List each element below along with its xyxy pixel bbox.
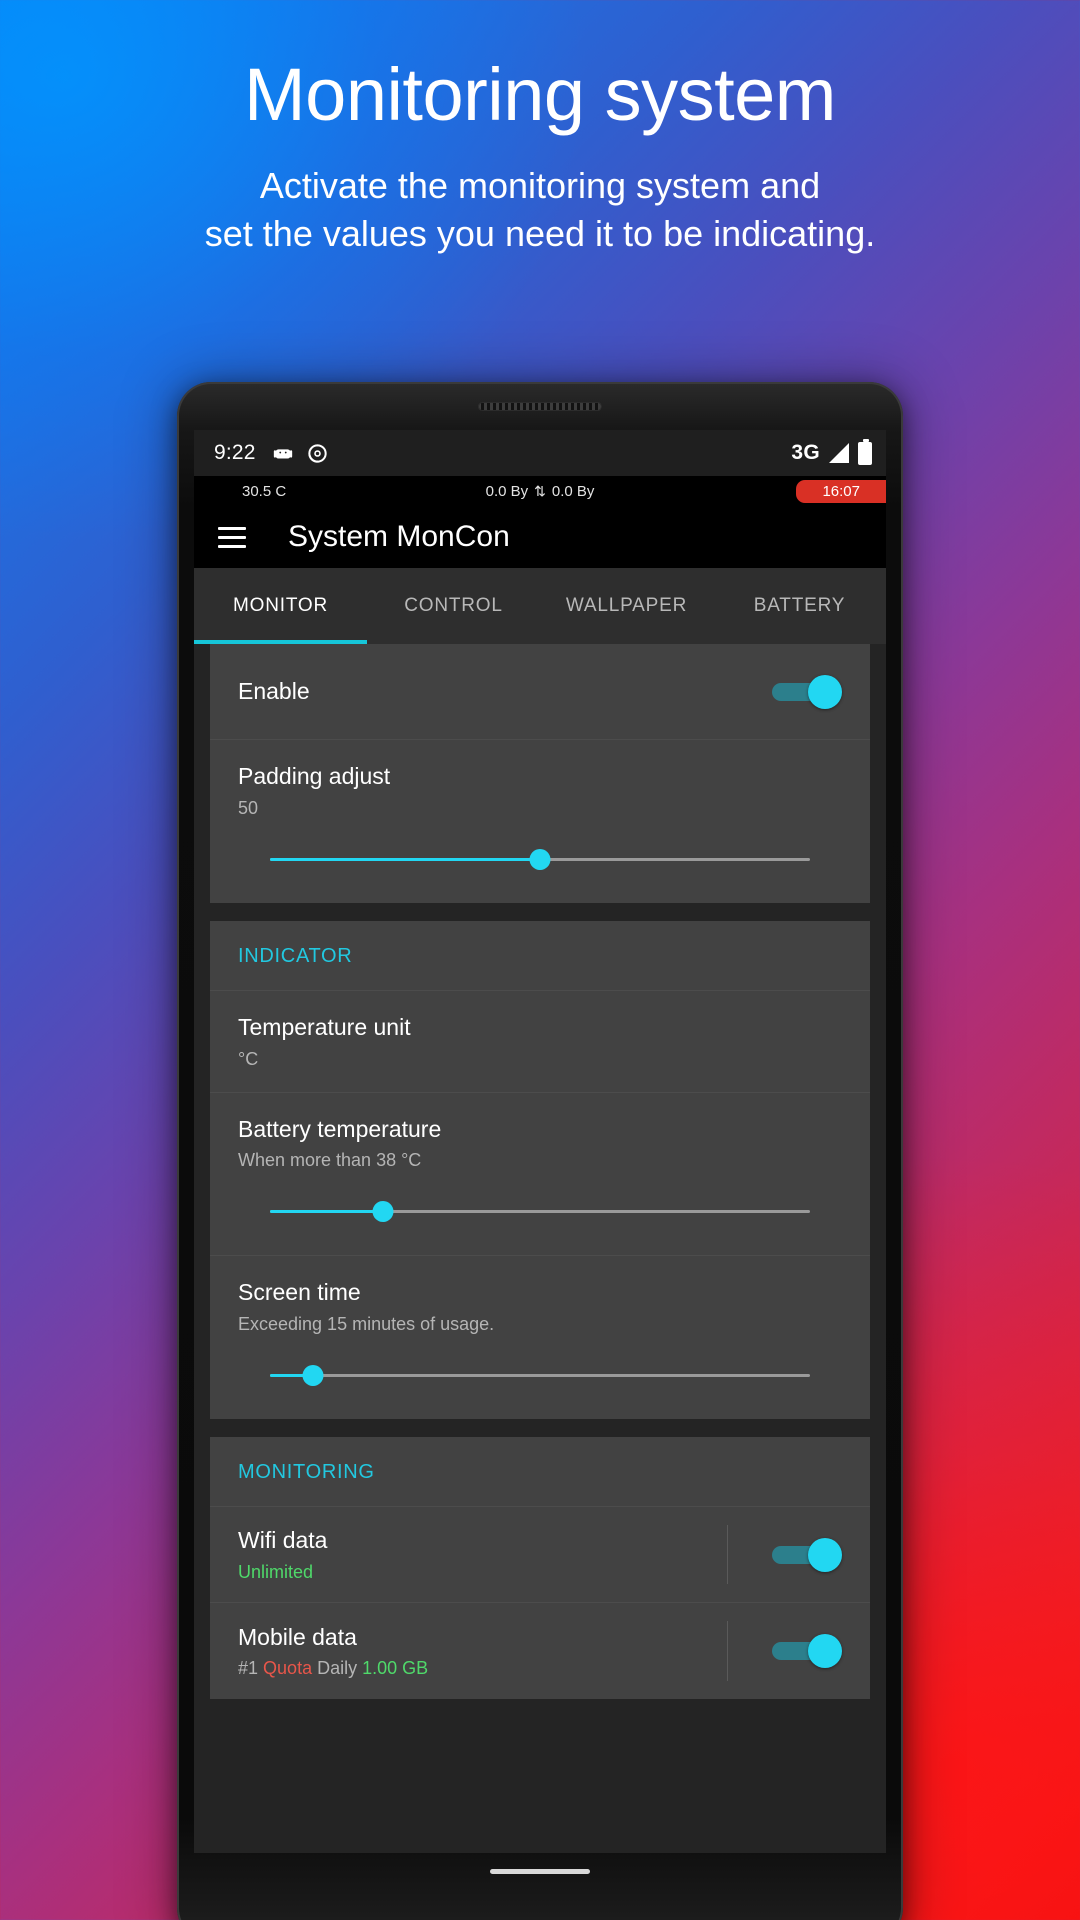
earpiece-speaker-icon xyxy=(478,401,602,411)
wifi-data-label: Wifi data xyxy=(238,1527,328,1554)
phone-top-bezel xyxy=(177,382,903,430)
settings-list: Enable Padding adjust 50 INDICATOR Tempe… xyxy=(194,644,886,1853)
phone-mockup: 9:22 3G 30.5 C 0.0 By ⇅ 0.0 By 16:07 Sys… xyxy=(177,382,903,1920)
page-title: Monitoring system xyxy=(244,53,836,136)
mobile-data-period: Daily xyxy=(317,1658,358,1679)
section-gap-3 xyxy=(194,1699,886,1717)
toggle-divider xyxy=(727,1621,728,1681)
wifi-data-texts: Wifi data Unlimited xyxy=(238,1526,727,1583)
padding-adjust-slider[interactable] xyxy=(270,848,810,871)
mobile-data-index: #1 xyxy=(238,1658,259,1679)
card-monitoring: MONITORING Wifi data Unlimited Mobile da… xyxy=(210,1437,870,1699)
slider-fill xyxy=(270,1210,384,1214)
toggle-knob xyxy=(808,674,842,709)
toggle-knob xyxy=(808,1537,842,1572)
mobile-data-quota-label: Quota xyxy=(263,1658,313,1679)
hero-subtitle: Activate the monitoring system and set t… xyxy=(0,162,1080,257)
setting-row-padding-adjust[interactable]: Padding adjust 50 xyxy=(210,740,870,903)
status-bar-notification-icons xyxy=(272,442,329,465)
screen-time-slider[interactable] xyxy=(270,1365,810,1387)
status-bar-system-icons: 3G xyxy=(791,438,872,465)
slider-thumb[interactable] xyxy=(529,848,551,870)
status-bar-clock: 9:22 xyxy=(214,441,256,464)
screen-time-value: Exceeding 15 minutes of usage. xyxy=(238,1314,495,1334)
hamburger-menu-icon[interactable] xyxy=(218,526,246,548)
overlay-net-up: 0.0 By xyxy=(551,482,595,500)
transfer-arrows-icon: ⇅ xyxy=(534,482,546,499)
toggle-knob xyxy=(808,1634,842,1668)
overlay-temperature: 30.5 C xyxy=(242,482,287,500)
slider-rail xyxy=(270,1374,810,1377)
battery-temperature-label: Battery temperature xyxy=(238,1115,442,1142)
sync-icon xyxy=(308,443,327,463)
home-indicator[interactable] xyxy=(490,1869,590,1874)
setting-row-mobile-data[interactable]: Mobile data #1 Quota Daily 1.00 GB xyxy=(210,1603,870,1699)
app-bar: System MonCon xyxy=(194,506,886,568)
setting-row-temperature-unit[interactable]: Temperature unit °C xyxy=(210,991,870,1093)
network-type-label: 3G xyxy=(791,441,820,464)
section-gap-2 xyxy=(194,1419,886,1437)
mobile-data-value: #1 Quota Daily 1.00 GB xyxy=(238,1658,727,1679)
mobile-data-amount: 1.00 GB xyxy=(362,1658,429,1679)
temperature-unit-value: °C xyxy=(238,1048,259,1069)
enable-texts: Enable xyxy=(238,677,752,706)
padding-adjust-label: Padding adjust xyxy=(238,763,391,789)
overlay-net-down: 0.0 By xyxy=(485,482,529,500)
setting-row-battery-temperature[interactable]: Battery temperature When more than 38 °C xyxy=(210,1093,870,1257)
padding-adjust-value: 50 xyxy=(238,797,259,818)
mobile-data-texts: Mobile data #1 Quota Daily 1.00 GB xyxy=(238,1623,727,1680)
wifi-data-toggle[interactable] xyxy=(772,1537,842,1572)
setting-row-wifi-data[interactable]: Wifi data Unlimited xyxy=(210,1507,870,1603)
phone-bottom-bezel xyxy=(177,1853,903,1909)
monitor-overlay-bar: 30.5 C 0.0 By ⇅ 0.0 By 16:07 xyxy=(194,476,886,506)
signal-bars-icon xyxy=(829,443,849,463)
card-indicator: INDICATOR Temperature unit °C Battery te… xyxy=(210,920,870,1419)
overlay-screen-time-badge: 16:07 xyxy=(796,479,886,503)
temperature-unit-label: Temperature unit xyxy=(238,1013,411,1040)
section-header-monitoring: MONITORING xyxy=(210,1437,870,1507)
setting-row-screen-time[interactable]: Screen time Exceeding 15 minutes of usag… xyxy=(210,1256,870,1419)
slider-thumb[interactable] xyxy=(372,1201,394,1223)
slider-thumb[interactable] xyxy=(302,1365,324,1386)
enable-toggle[interactable] xyxy=(772,674,842,709)
screen-time-label: Screen time xyxy=(238,1279,361,1306)
tab-wallpaper[interactable]: WALLPAPER xyxy=(540,568,713,644)
battery-full-icon xyxy=(858,438,872,465)
tab-bar: MONITOR CONTROL WALLPAPER BATTERY xyxy=(194,568,886,644)
wifi-data-value: Unlimited xyxy=(238,1561,314,1582)
app-title: System MonCon xyxy=(288,520,510,553)
mobile-data-toggle[interactable] xyxy=(772,1634,842,1668)
tab-control[interactable]: CONTROL xyxy=(367,568,540,644)
battery-temperature-value: When more than 38 °C xyxy=(238,1150,422,1171)
tab-monitor[interactable]: MONITOR xyxy=(194,568,367,644)
overlay-network-traffic: 0.0 By ⇅ 0.0 By xyxy=(486,483,595,500)
hero-subtitle-line-2: set the values you need it to be indicat… xyxy=(204,212,876,254)
phone-screen: 9:22 3G 30.5 C 0.0 By ⇅ 0.0 By 16:07 Sys… xyxy=(194,430,886,1853)
hero-section: Monitoring system Activate the monitorin… xyxy=(0,0,1080,257)
section-gap-1 xyxy=(194,902,886,921)
tab-battery[interactable]: BATTERY xyxy=(713,568,886,644)
mobile-data-label: Mobile data xyxy=(238,1623,357,1650)
android-icon xyxy=(273,449,292,459)
hero-subtitle-line-1: Activate the monitoring system and xyxy=(259,165,821,206)
card-general: Enable Padding adjust 50 xyxy=(210,644,870,903)
android-status-bar: 9:22 3G xyxy=(194,430,886,476)
toggle-divider xyxy=(727,1525,728,1584)
slider-fill xyxy=(270,857,540,861)
section-header-indicator: INDICATOR xyxy=(210,921,870,991)
setting-row-enable[interactable]: Enable xyxy=(210,644,870,740)
battery-temperature-slider[interactable] xyxy=(270,1201,810,1223)
enable-label: Enable xyxy=(238,678,310,705)
